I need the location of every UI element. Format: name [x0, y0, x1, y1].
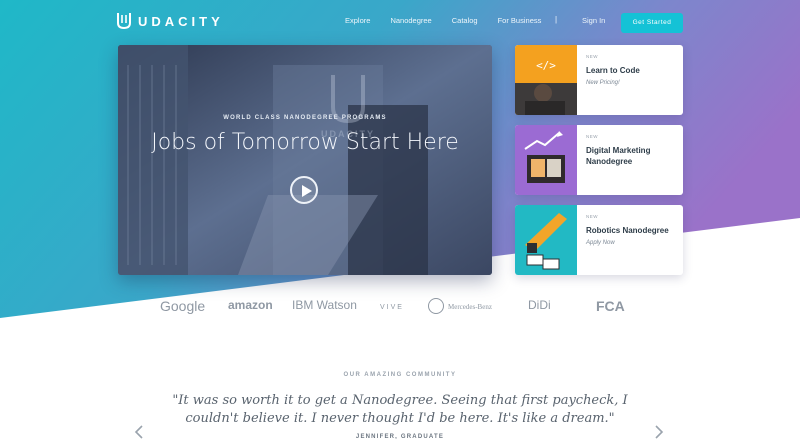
- card-eyebrow: NEW: [586, 54, 598, 59]
- partner-didi-logo: DiDi: [528, 298, 551, 312]
- partner-vive-logo: VIVE: [380, 304, 404, 311]
- play-button[interactable]: [290, 176, 318, 204]
- get-started-button[interactable]: Get Started: [621, 13, 683, 33]
- mercedes-star-icon: [428, 298, 444, 314]
- partner-logos: Google amazon IBM Watson VIVE Mercedes-B…: [150, 296, 650, 322]
- sign-in-link[interactable]: Sign In: [582, 16, 605, 25]
- partner-ibm-watson-logo: IBM Watson: [292, 298, 357, 312]
- partner-fca-logo: FCA: [596, 298, 625, 314]
- card-subtitle: Apply Now: [586, 240, 615, 246]
- partner-mercedes-logo: Mercedes-Benz: [448, 303, 492, 311]
- top-nav: UDACITY Explore Nanodegree Catalog For B…: [0, 0, 800, 46]
- testimonial-quote: "It was so worth it to get a Nanodegree.…: [172, 393, 628, 426]
- nav-link-catalog[interactable]: Catalog: [452, 16, 478, 25]
- card-eyebrow: NEW: [586, 214, 598, 219]
- nav-link-for-business[interactable]: For Business: [498, 16, 542, 25]
- robot-arm-icon: [515, 205, 577, 275]
- nav-separator: |: [555, 15, 558, 24]
- svg-text:</>: </>: [536, 59, 556, 72]
- hero-title: Jobs of Tomorrow Start Here: [151, 130, 459, 155]
- card-title: Digital Marketing Nanodegree: [586, 146, 651, 166]
- udacity-logo-icon: [117, 13, 131, 30]
- card-subtitle: New Pricing!: [586, 80, 620, 86]
- video-thumbnail-image: UDACITY: [118, 45, 492, 275]
- partner-amazon-logo: amazon: [228, 298, 273, 312]
- code-icon: </>: [515, 45, 577, 115]
- chevron-left-icon[interactable]: [132, 424, 146, 440]
- card-digital-marketing[interactable]: NEW Digital Marketing Nanodegree: [515, 125, 683, 195]
- chart-growth-icon: [515, 125, 577, 195]
- card-learn-to-code[interactable]: </> NEW Learn to Code New Pricing!: [515, 45, 683, 115]
- card-eyebrow: NEW: [586, 134, 598, 139]
- hero-video[interactable]: UDACITY WORLD CLASS NANODEGREE PROGRAMS …: [118, 45, 492, 275]
- card-robotics[interactable]: NEW Robotics Nanodegree Apply Now: [515, 205, 683, 275]
- card-title: Learn to Code: [586, 66, 640, 75]
- chevron-right-icon[interactable]: [652, 424, 666, 440]
- udacity-logo[interactable]: UDACITY: [116, 12, 224, 30]
- card-title: Robotics Nanodegree: [586, 226, 669, 235]
- partner-google-logo: Google: [160, 298, 206, 314]
- nav-links: Explore Nanodegree Catalog For Business: [345, 16, 541, 25]
- testimonial-author: JENNIFER, GRADUATE: [355, 434, 445, 440]
- brand-name: UDACITY: [138, 13, 224, 29]
- community-heading: OUR AMAZING COMMUNITY: [343, 372, 457, 378]
- nav-link-explore[interactable]: Explore: [345, 16, 370, 25]
- play-icon: [302, 185, 312, 197]
- hero-eyebrow: WORLD CLASS NANODEGREE PROGRAMS: [223, 115, 387, 121]
- nav-link-nanodegree[interactable]: Nanodegree: [390, 16, 431, 25]
